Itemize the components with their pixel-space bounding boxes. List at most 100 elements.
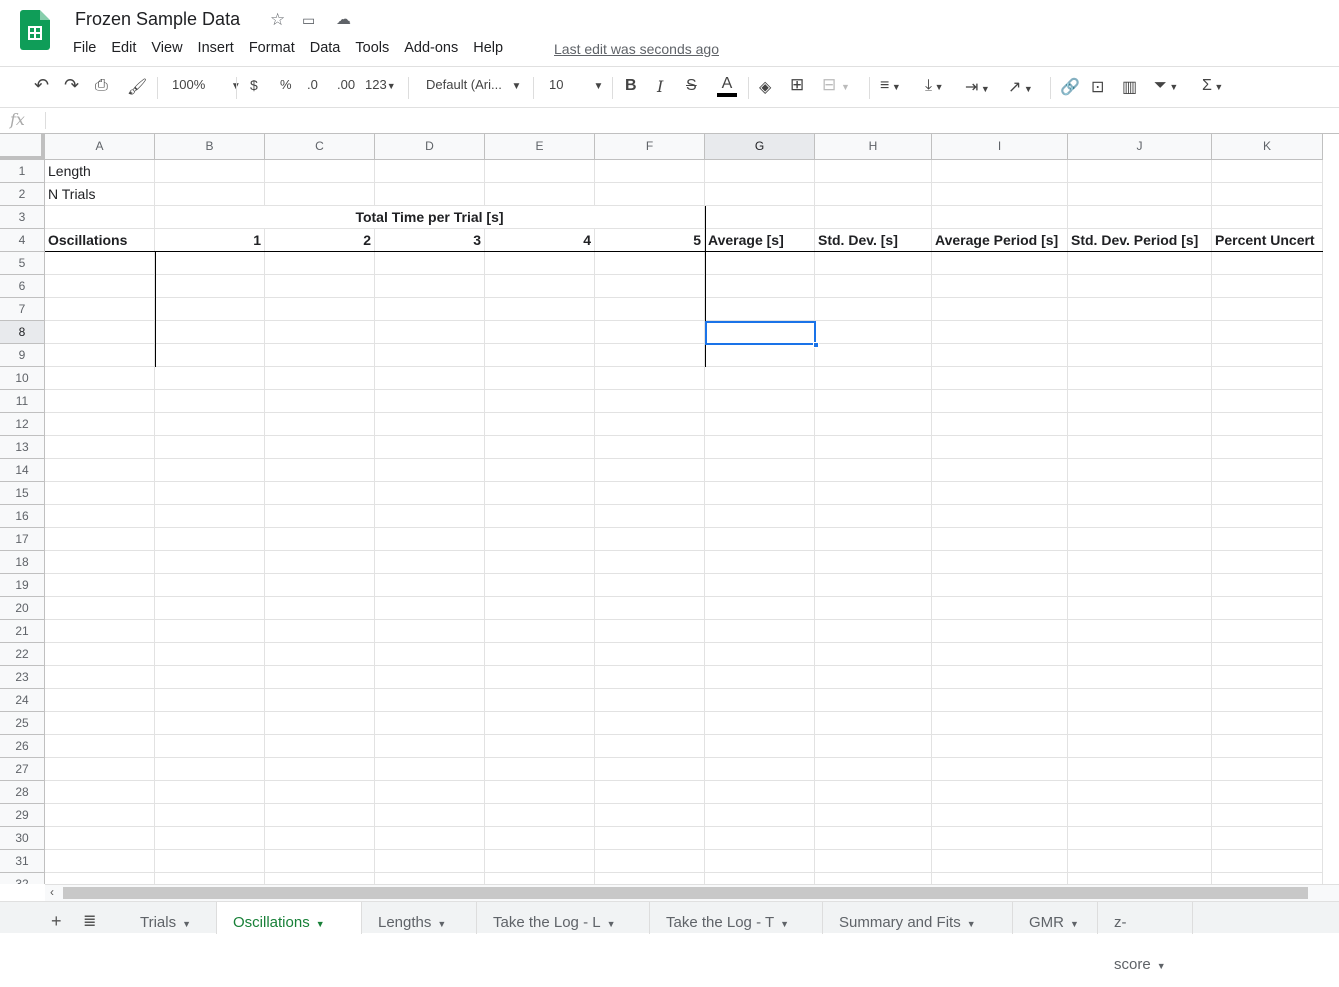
cell-c5[interactable] bbox=[265, 252, 375, 275]
cell-a9[interactable] bbox=[45, 344, 155, 367]
cell-g22[interactable] bbox=[705, 643, 815, 666]
cell-a13[interactable] bbox=[45, 436, 155, 459]
cell-i6[interactable] bbox=[932, 275, 1068, 298]
cell-b24[interactable] bbox=[155, 689, 265, 712]
cell-f11[interactable] bbox=[595, 390, 705, 413]
tab-menu-icon[interactable]: ▼ bbox=[967, 919, 976, 929]
cell-k10[interactable] bbox=[1212, 367, 1323, 390]
cell-h29[interactable] bbox=[815, 804, 932, 827]
cell-i13[interactable] bbox=[932, 436, 1068, 459]
star-icon[interactable]: ☆ bbox=[270, 10, 285, 30]
cell-e20[interactable] bbox=[485, 597, 595, 620]
cell-d20[interactable] bbox=[375, 597, 485, 620]
paint-format-icon[interactable]: 🖌 bbox=[127, 77, 147, 97]
column-header-a[interactable]: A bbox=[45, 134, 155, 160]
cell-c20[interactable] bbox=[265, 597, 375, 620]
cell-c7[interactable] bbox=[265, 298, 375, 321]
column-header-g[interactable]: G bbox=[705, 134, 815, 160]
cell-d6[interactable] bbox=[375, 275, 485, 298]
tab-z-score[interactable]: z-score ▼ bbox=[1098, 902, 1193, 973]
cell-a1[interactable]: Length bbox=[45, 160, 155, 183]
corner[interactable] bbox=[0, 134, 45, 160]
row-header-19[interactable]: 19 bbox=[0, 574, 45, 597]
cell-c17[interactable] bbox=[265, 528, 375, 551]
print-icon[interactable]: ⎙ bbox=[95, 77, 108, 95]
cell-g21[interactable] bbox=[705, 620, 815, 643]
cell-j7[interactable] bbox=[1068, 298, 1212, 321]
cell-d22[interactable] bbox=[375, 643, 485, 666]
cell-h22[interactable] bbox=[815, 643, 932, 666]
cell-b29[interactable] bbox=[155, 804, 265, 827]
cell-i24[interactable] bbox=[932, 689, 1068, 712]
decrease-decimal-button[interactable]: .0 bbox=[307, 77, 318, 92]
cell-a25[interactable] bbox=[45, 712, 155, 735]
cell-d28[interactable] bbox=[375, 781, 485, 804]
cell-k18[interactable] bbox=[1212, 551, 1323, 574]
cell-g12[interactable] bbox=[705, 413, 815, 436]
cell-j30[interactable] bbox=[1068, 827, 1212, 850]
cell-i8[interactable] bbox=[932, 321, 1068, 344]
tab-menu-icon[interactable]: ▼ bbox=[316, 919, 325, 929]
cell-c14[interactable] bbox=[265, 459, 375, 482]
cell-c24[interactable] bbox=[265, 689, 375, 712]
tab-take-the-log-l[interactable]: Take the Log - L ▼ bbox=[477, 902, 650, 934]
cell-f26[interactable] bbox=[595, 735, 705, 758]
cell-a12[interactable] bbox=[45, 413, 155, 436]
cell-e19[interactable] bbox=[485, 574, 595, 597]
text-rotation-icon[interactable]: ↗ ▼ bbox=[1008, 77, 1033, 97]
cell-k27[interactable] bbox=[1212, 758, 1323, 781]
cell-k3[interactable] bbox=[1212, 206, 1323, 229]
cell-e15[interactable] bbox=[485, 482, 595, 505]
column-header-f[interactable]: F bbox=[595, 134, 705, 160]
cell-c16[interactable] bbox=[265, 505, 375, 528]
cell-i17[interactable] bbox=[932, 528, 1068, 551]
cell-c1[interactable] bbox=[265, 160, 375, 183]
cell-e5[interactable] bbox=[485, 252, 595, 275]
row-header-9[interactable]: 9 bbox=[0, 344, 45, 367]
cell-k28[interactable] bbox=[1212, 781, 1323, 804]
cell-i27[interactable] bbox=[932, 758, 1068, 781]
cell-f8[interactable] bbox=[595, 321, 705, 344]
cell-d2[interactable] bbox=[375, 183, 485, 206]
cell-k12[interactable] bbox=[1212, 413, 1323, 436]
menu-view[interactable]: View bbox=[151, 40, 182, 56]
cell-b8[interactable] bbox=[155, 321, 265, 344]
row-header-15[interactable]: 15 bbox=[0, 482, 45, 505]
cell-d12[interactable] bbox=[375, 413, 485, 436]
cell-b27[interactable] bbox=[155, 758, 265, 781]
cell-k24[interactable] bbox=[1212, 689, 1323, 712]
cell-f19[interactable] bbox=[595, 574, 705, 597]
cell-c11[interactable] bbox=[265, 390, 375, 413]
cell-e31[interactable] bbox=[485, 850, 595, 873]
cell-j10[interactable] bbox=[1068, 367, 1212, 390]
cell-g16[interactable] bbox=[705, 505, 815, 528]
cell-i11[interactable] bbox=[932, 390, 1068, 413]
cell-e23[interactable] bbox=[485, 666, 595, 689]
cell-e27[interactable] bbox=[485, 758, 595, 781]
cell-a11[interactable] bbox=[45, 390, 155, 413]
cell-h9[interactable] bbox=[815, 344, 932, 367]
cell-j16[interactable] bbox=[1068, 505, 1212, 528]
cell-k6[interactable] bbox=[1212, 275, 1323, 298]
cell-e24[interactable] bbox=[485, 689, 595, 712]
cell-f15[interactable] bbox=[595, 482, 705, 505]
cell-d15[interactable] bbox=[375, 482, 485, 505]
cell-c10[interactable] bbox=[265, 367, 375, 390]
cell-k4[interactable]: Percent Uncert bbox=[1212, 229, 1323, 252]
cell-c4[interactable]: 2 bbox=[265, 229, 375, 252]
row-header-17[interactable]: 17 bbox=[0, 528, 45, 551]
cell-k16[interactable] bbox=[1212, 505, 1323, 528]
cell-i32[interactable] bbox=[932, 873, 1068, 884]
cell-e9[interactable] bbox=[485, 344, 595, 367]
cell-k19[interactable] bbox=[1212, 574, 1323, 597]
cloud-status-icon[interactable]: ☁ bbox=[336, 10, 351, 28]
tab-trials[interactable]: Trials ▼ bbox=[124, 902, 217, 934]
cell-d1[interactable] bbox=[375, 160, 485, 183]
cell-f17[interactable] bbox=[595, 528, 705, 551]
filter-icon[interactable]: ⏷ ▼ bbox=[1154, 77, 1178, 95]
cell-g26[interactable] bbox=[705, 735, 815, 758]
cell-h2[interactable] bbox=[815, 183, 932, 206]
cell-j8[interactable] bbox=[1068, 321, 1212, 344]
cell-g4[interactable]: Average [s] bbox=[705, 229, 815, 252]
cell-f1[interactable] bbox=[595, 160, 705, 183]
